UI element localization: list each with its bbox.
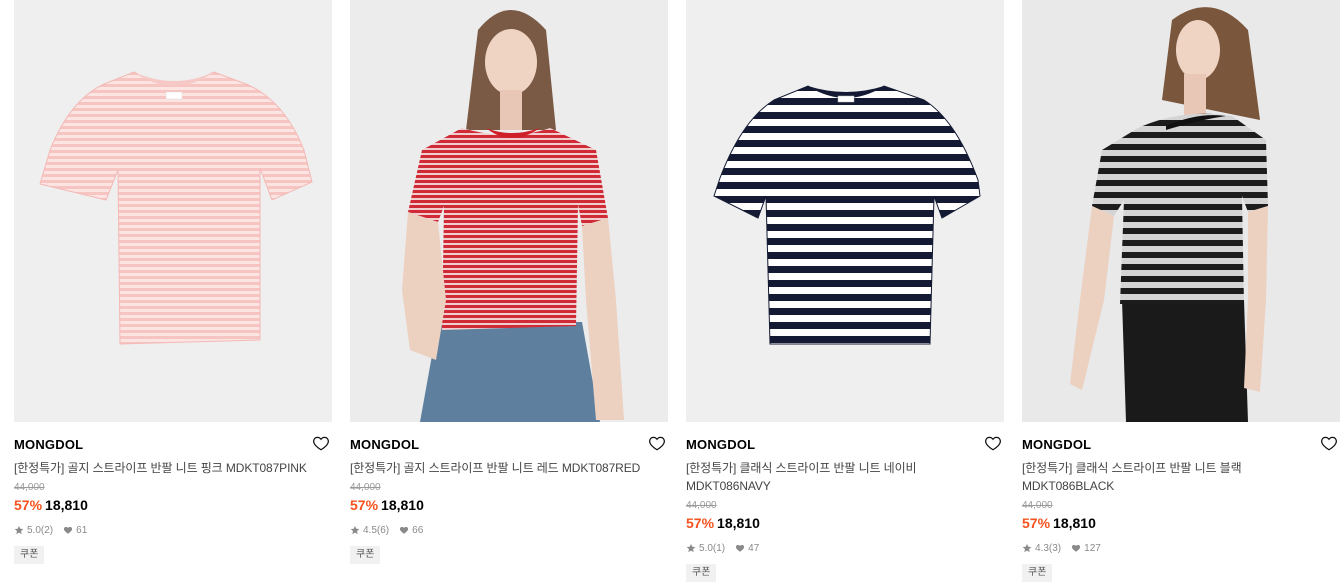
coupon-badge: 쿠폰: [350, 546, 381, 564]
heart-filled-icon: [736, 544, 745, 552]
product-meta: 4.3 (3) 127: [1022, 541, 1340, 555]
discount-rate: 57%: [350, 497, 379, 513]
like-count: 61: [76, 524, 88, 536]
star-icon: [686, 543, 696, 553]
price-row: 57% 18,810: [350, 496, 668, 514]
brand-name[interactable]: MONGDOL: [350, 436, 668, 453]
star-icon: [350, 525, 360, 535]
product-meta: 4.5 (6) 66: [350, 523, 668, 537]
product-card[interactable]: MONGDOL [한정특가] 골지 스트라이프 반팔 니트 레드 MDKT087…: [350, 0, 668, 564]
original-price: 44,000: [350, 482, 381, 493]
discount-rate: 57%: [1022, 515, 1051, 531]
review-count: (1): [712, 542, 726, 554]
heart-icon[interactable]: [984, 434, 1002, 452]
original-price: 44,000: [686, 500, 717, 511]
heart-filled-icon: [400, 526, 409, 534]
heart-icon[interactable]: [1320, 434, 1338, 452]
review-count: (3): [1048, 542, 1062, 554]
rating-value: 5.0: [699, 542, 713, 554]
brand-name[interactable]: MONGDOL: [1022, 436, 1340, 453]
star-icon: [14, 525, 24, 535]
sale-price: 18,810: [1053, 515, 1096, 531]
brand-name[interactable]: MONGDOL: [686, 436, 1004, 453]
coupon-badge: 쿠폰: [14, 546, 45, 564]
product-image-black-knit[interactable]: [1022, 0, 1340, 422]
rating-value: 4.3: [1035, 542, 1049, 554]
red-tshirt-model-image: [350, 0, 668, 422]
product-name[interactable]: [한정특가] 클래식 스트라이프 반팔 니트 블랙 MDKT086BLACK: [1022, 459, 1282, 495]
product-name[interactable]: [한정특가] 골지 스트라이프 반팔 니트 레드 MDKT087RED: [350, 459, 668, 477]
review-count: (2): [40, 524, 54, 536]
product-name[interactable]: [한정특가] 클래식 스트라이프 반팔 니트 네이비 MDKT086NAVY: [686, 459, 956, 495]
sale-price: 18,810: [381, 497, 424, 513]
like-count: 66: [412, 524, 424, 536]
heart-icon[interactable]: [312, 434, 330, 452]
star-icon: [1022, 543, 1032, 553]
rating-value: 5.0: [27, 524, 41, 536]
review-count: (6): [376, 524, 390, 536]
like-count: 47: [748, 542, 760, 554]
product-image-pink-knit[interactable]: [14, 0, 332, 422]
navy-tshirt-image: [686, 0, 1004, 422]
product-name[interactable]: [한정특가] 골지 스트라이프 반팔 니트 핑크 MDKT087PINK: [14, 459, 332, 477]
like-count: 127: [1084, 542, 1101, 554]
discount-rate: 57%: [686, 515, 715, 531]
discount-rate: 57%: [14, 497, 43, 513]
price-row: 57% 18,810: [14, 496, 332, 514]
product-grid: MONGDOL [한정특가] 골지 스트라이프 반팔 니트 핑크 MDKT087…: [0, 0, 1342, 586]
sale-price: 18,810: [45, 497, 88, 513]
product-card[interactable]: MONGDOL [한정특가] 클래식 스트라이프 반팔 니트 블랙 MDKT08…: [1022, 0, 1340, 582]
coupon-badge: 쿠폰: [1022, 564, 1053, 582]
original-price: 44,000: [1022, 500, 1053, 511]
product-card[interactable]: MONGDOL [한정특가] 클래식 스트라이프 반팔 니트 네이비 MDKT0…: [686, 0, 1004, 582]
product-meta: 5.0 (2) 61: [14, 523, 332, 537]
coupon-badge: 쿠폰: [686, 564, 717, 582]
brand-name[interactable]: MONGDOL: [14, 436, 332, 453]
pink-tshirt-image: [14, 0, 332, 422]
rating-value: 4.5: [363, 524, 377, 536]
heart-icon[interactable]: [648, 434, 666, 452]
product-image-red-knit[interactable]: [350, 0, 668, 422]
black-tshirt-model-image: [1022, 0, 1340, 422]
sale-price: 18,810: [717, 515, 760, 531]
original-price: 44,000: [14, 482, 45, 493]
heart-filled-icon: [1072, 544, 1081, 552]
product-image-navy-knit[interactable]: [686, 0, 1004, 422]
product-meta: 5.0 (1) 47: [686, 541, 1004, 555]
price-row: 57% 18,810: [1022, 514, 1340, 532]
heart-filled-icon: [64, 526, 73, 534]
product-card[interactable]: MONGDOL [한정특가] 골지 스트라이프 반팔 니트 핑크 MDKT087…: [14, 0, 332, 564]
price-row: 57% 18,810: [686, 514, 1004, 532]
